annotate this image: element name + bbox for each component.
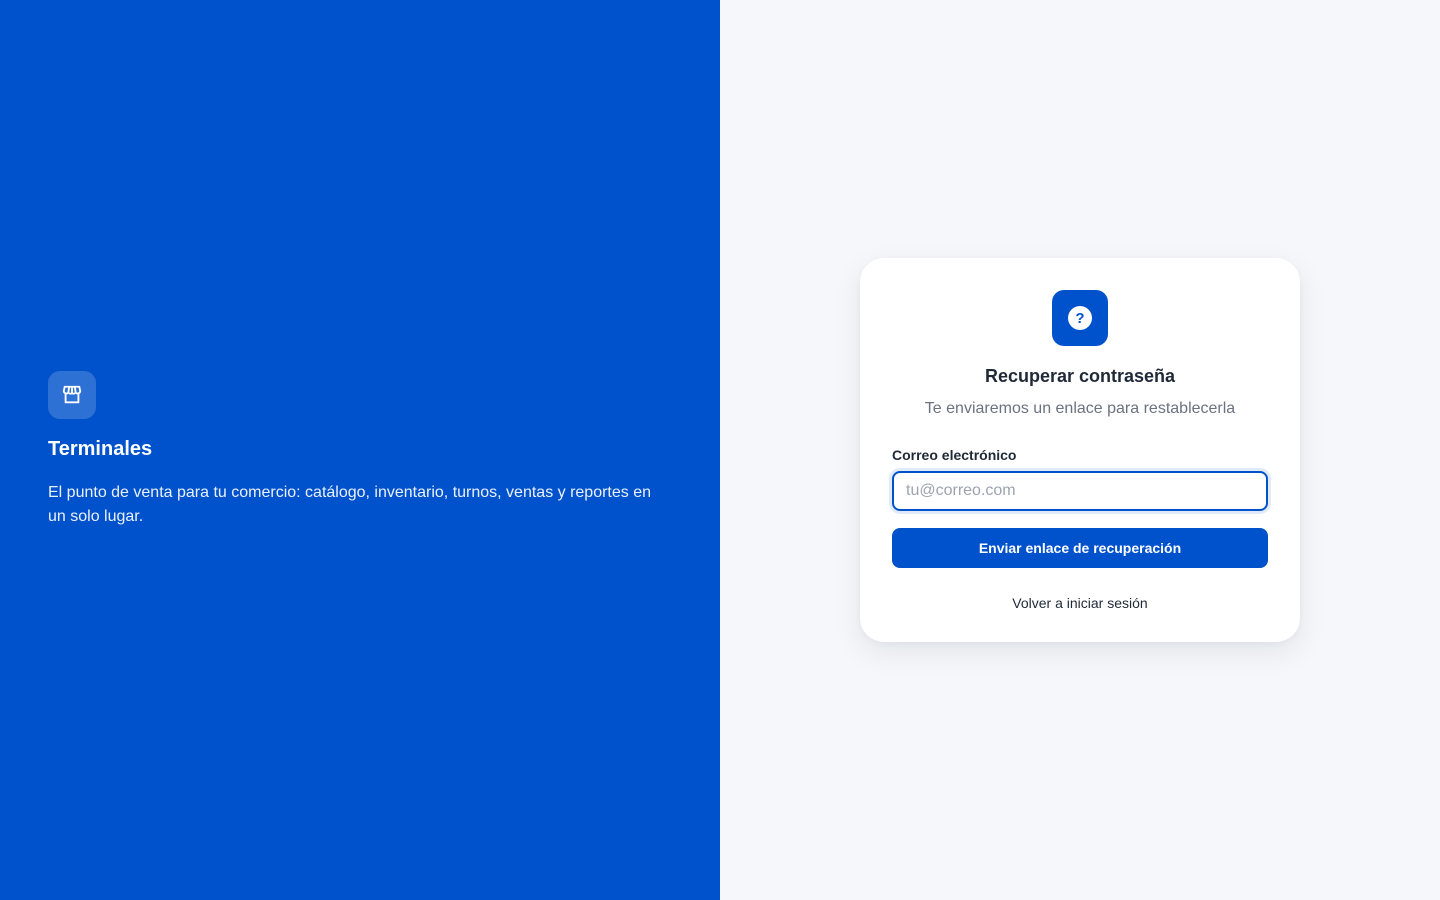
password-recovery-card: ? Recuperar contraseña Te enviaremos un …	[860, 258, 1300, 642]
brand-panel: Terminales El punto de venta para tu com…	[0, 0, 720, 900]
send-recovery-link-button[interactable]: Enviar enlace de recuperación	[892, 528, 1268, 568]
email-field-group: Correo electrónico	[892, 446, 1268, 511]
app-layout: Terminales El punto de venta para tu com…	[0, 0, 1440, 900]
email-field[interactable]	[892, 471, 1268, 511]
email-label: Correo electrónico	[892, 447, 1017, 463]
card-subtitle: Te enviaremos un enlace para restablecer…	[924, 400, 1236, 417]
brand-title: Terminales	[48, 438, 153, 460]
card-title: Recuperar contraseña	[984, 366, 1176, 386]
brand-description: El punto de venta para tu comercio: catá…	[48, 484, 652, 525]
svg-text:?: ?	[1075, 310, 1084, 327]
back-to-login-link[interactable]: Volver a iniciar sesión	[1012, 594, 1147, 612]
question-icon: ?	[1052, 290, 1108, 346]
auth-panel: ? Recuperar contraseña Te enviaremos un …	[720, 0, 1440, 900]
store-icon	[48, 371, 96, 419]
